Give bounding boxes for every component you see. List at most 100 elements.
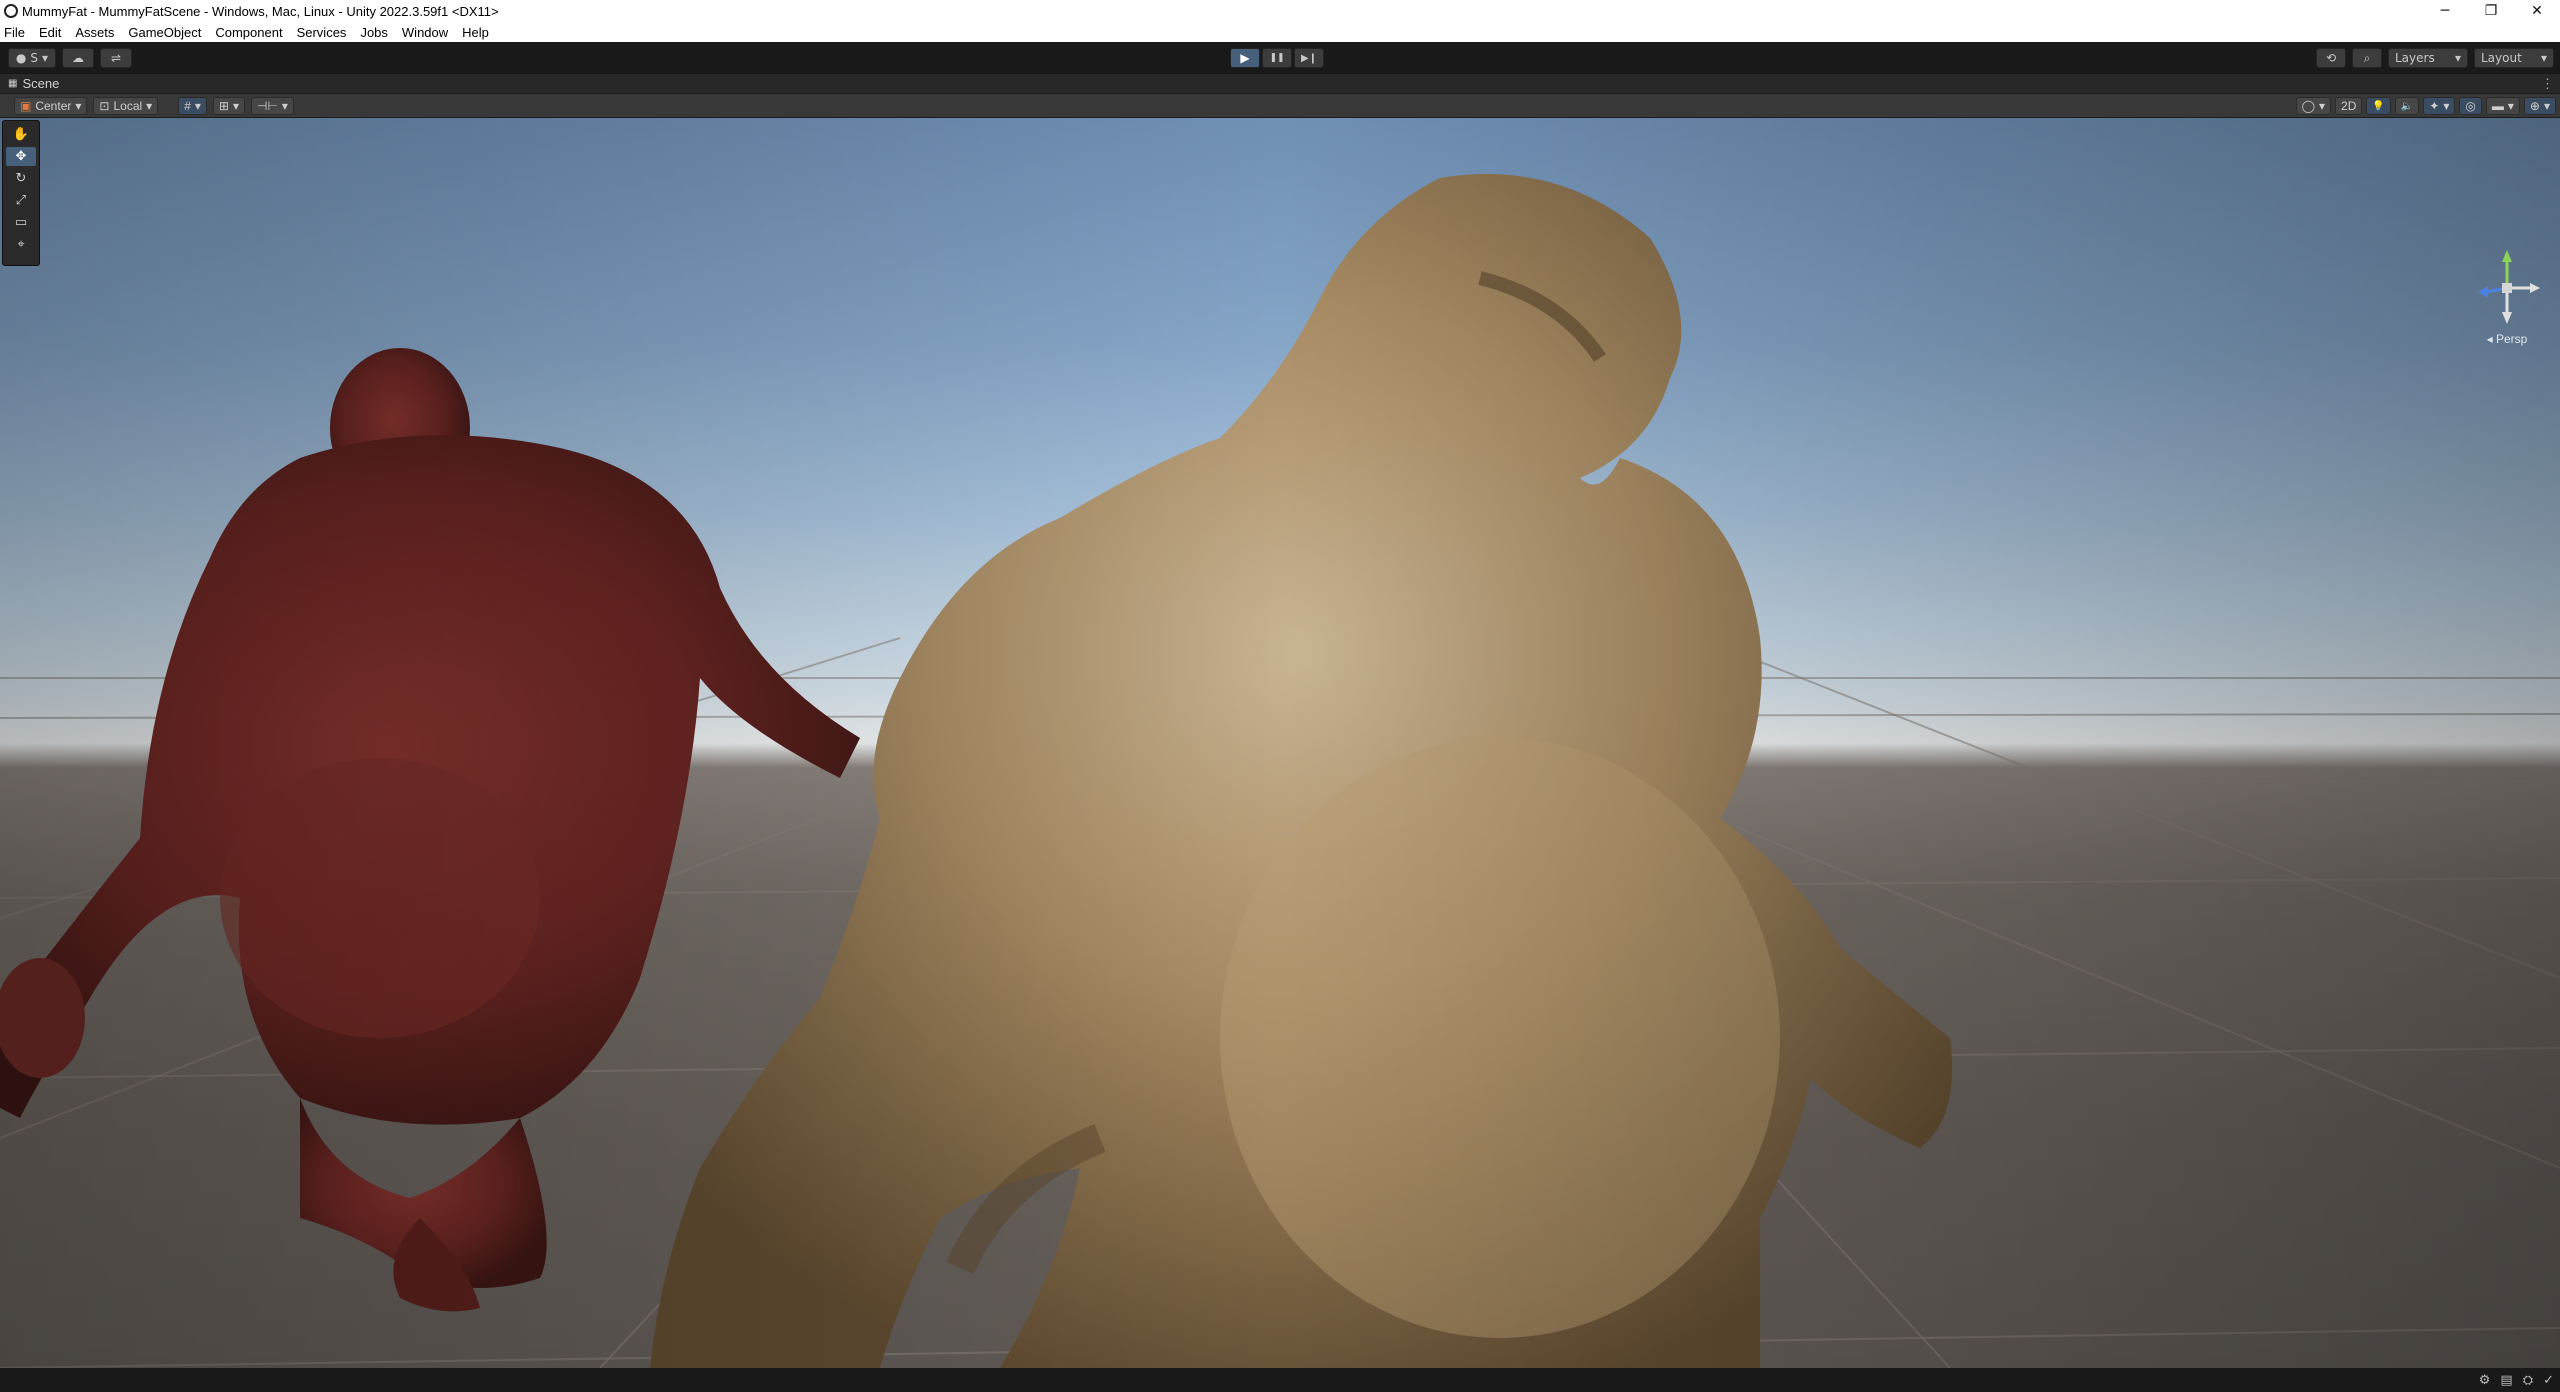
pivot-icon: ▣ [20, 98, 32, 113]
menu-file[interactable]: File [4, 25, 25, 40]
check-icon[interactable]: ✓ [2543, 1373, 2554, 1388]
gizmos-dropdown[interactable]: ⊕ ▾ [2523, 97, 2556, 115]
effects-icon: ✦ [2429, 99, 2440, 113]
effects-dropdown[interactable]: ✦ ▾ [2423, 97, 2456, 115]
axis-gizmo-icon [2478, 250, 2540, 324]
history-icon: ⟲ [2325, 51, 2337, 65]
cloud-button[interactable]: ☁ [62, 48, 94, 68]
chevron-down-icon: ▾ [194, 98, 201, 113]
rotate-icon: ↻ [15, 171, 27, 186]
collab-icon: ⇌ [110, 51, 122, 65]
play-icon: ▶ [1240, 51, 1250, 65]
scene-render [0, 118, 2560, 1368]
orientation-gizmo[interactable]: ◂ Persp [2472, 248, 2542, 348]
layers-dropdown[interactable]: Layers ▾ [2388, 48, 2468, 68]
pivot-rotation-dropdown[interactable]: ⊡ Local ▾ [93, 96, 159, 115]
projection-label[interactable]: ◂ Persp [2472, 332, 2542, 346]
main-toolbar: ● S ▾ ☁ ⇌ ▶ ❚❚ ▶❙ ⟲ ⌕ Layers ▾ Layout ▾ [0, 42, 2560, 74]
chevron-down-icon: ▾ [232, 98, 239, 113]
pause-button[interactable]: ❚❚ [1262, 48, 1292, 68]
menu-component[interactable]: Component [215, 25, 282, 40]
increment-snapping-button[interactable]: ⊣⊢ ▾ [251, 96, 294, 115]
console-icon[interactable]: ▤ [2500, 1373, 2512, 1388]
title-bar: MummyFat - MummyFatScene - Windows, Mac,… [0, 0, 2560, 22]
local-icon: ⊡ [99, 98, 110, 113]
chevron-down-icon: ▾ [2540, 51, 2547, 65]
rect-icon: ▭ [14, 215, 28, 230]
scene-visibility-toggle[interactable]: ◎ [2459, 97, 2482, 115]
camera-icon: ▬ [2491, 99, 2504, 113]
menu-services[interactable]: Services [297, 25, 347, 40]
playmode-controls: ▶ ❚❚ ▶❙ [1230, 48, 1324, 68]
tab-menu-icon[interactable]: ⋮ [2541, 76, 2554, 92]
scene-viewport[interactable]: ◂ Persp ✋ ✥ ↻ ⤢ ▭ ⌖ [0, 118, 2560, 1368]
move-tool-button[interactable]: ✥ [6, 147, 36, 166]
rect-tool-button[interactable]: ▭ [6, 213, 36, 232]
transform-tool-button[interactable]: ⌖ [6, 235, 36, 254]
chevron-down-icon: ▾ [2543, 99, 2550, 113]
2d-mode-label: 2D [2341, 99, 2357, 113]
scene-camera-dropdown[interactable]: ▬ ▾ [2485, 97, 2520, 115]
tools-overlay: ✋ ✥ ↻ ⤢ ▭ ⌖ [2, 120, 40, 266]
grid-snapping-button[interactable]: ⊞ ▾ [212, 96, 245, 115]
pause-icon: ❚❚ [1269, 53, 1285, 63]
2d-mode-button[interactable]: 2D [2335, 97, 2363, 115]
account-label: S [30, 51, 39, 65]
search-icon: ⌕ [2363, 50, 2371, 65]
layers-label: Layers [2395, 51, 2435, 65]
chevron-down-icon: ▾ [2319, 99, 2326, 113]
lightbulb-icon: 💡 [2372, 100, 2385, 112]
settings-icon[interactable]: ⚙ [2479, 1373, 2491, 1388]
cloud-icon: ☁ [72, 51, 84, 65]
maximize-button[interactable]: ❐ [2468, 0, 2514, 22]
layout-dropdown[interactable]: Layout ▾ [2474, 48, 2554, 68]
pivot-mode-dropdown[interactable]: ▣ Center ▾ [14, 96, 88, 115]
grid-visibility-button[interactable]: # ▾ [178, 96, 207, 115]
chevron-down-icon: ▾ [2454, 51, 2461, 65]
account-icon: ● [15, 51, 27, 65]
status-bar: ⚙ ▤ ⛭ ✓ [0, 1368, 2560, 1392]
play-button[interactable]: ▶ [1230, 48, 1260, 68]
scene-view-toolbar: ▣ Center ▾ ⊡ Local ▾ # ▾ ⊞ ▾ ⊣⊢ ▾ ◯ ▾ 2D… [0, 94, 2560, 118]
menu-gameobject[interactable]: GameObject [128, 25, 201, 40]
chevron-down-icon: ▾ [281, 98, 288, 113]
snap-icon: ⊞ [218, 98, 229, 113]
menu-assets[interactable]: Assets [75, 25, 114, 40]
tab-scene-label: Scene [22, 76, 60, 91]
pivot-mode-label: Center [35, 98, 72, 113]
scale-tool-button[interactable]: ⤢ [6, 191, 36, 210]
minimize-button[interactable]: ─ [2422, 0, 2468, 22]
cache-icon[interactable]: ⛭ [2523, 1373, 2533, 1388]
tab-scene[interactable]: ▦ Scene [8, 76, 59, 91]
unity-logo-icon [4, 4, 18, 18]
draw-mode-dropdown[interactable]: ◯ ▾ [2295, 97, 2332, 115]
scene-tab-bar: ▦ Scene ⋮ [0, 74, 2560, 94]
scale-icon: ⤢ [15, 193, 27, 208]
menu-jobs[interactable]: Jobs [360, 25, 387, 40]
chevron-down-icon: ▾ [75, 98, 82, 113]
menu-help[interactable]: Help [462, 25, 489, 40]
chevron-down-icon: ▾ [146, 98, 153, 113]
rotate-tool-button[interactable]: ↻ [6, 169, 36, 188]
pivot-rotation-label: Local [113, 98, 143, 113]
step-icon: ▶❙ [1300, 52, 1318, 64]
close-button[interactable]: ✕ [2514, 0, 2560, 22]
visibility-icon: ◎ [2465, 99, 2476, 113]
menu-bar: File Edit Assets GameObject Component Se… [0, 22, 2560, 42]
search-button[interactable]: ⌕ [2352, 48, 2382, 68]
collab-button[interactable]: ⇌ [100, 48, 132, 68]
chevron-down-icon: ▾ [2507, 99, 2514, 113]
undo-history-button[interactable]: ⟲ [2316, 48, 2346, 68]
window-title: MummyFat - MummyFatScene - Windows, Mac,… [22, 3, 499, 19]
step-button[interactable]: ▶❙ [1294, 48, 1324, 68]
hand-tool-button[interactable]: ✋ [6, 125, 36, 144]
chevron-down-icon: ▾ [42, 51, 49, 65]
hand-icon: ✋ [12, 127, 30, 142]
lighting-toggle[interactable]: 💡 [2366, 97, 2391, 115]
menu-edit[interactable]: Edit [39, 25, 61, 40]
account-dropdown[interactable]: ● S ▾ [8, 48, 56, 68]
menu-window[interactable]: Window [402, 25, 448, 40]
shading-icon: ◯ [2301, 99, 2316, 113]
audio-toggle[interactable]: 🔈 [2394, 97, 2420, 115]
chevron-down-icon: ▾ [2443, 99, 2450, 113]
